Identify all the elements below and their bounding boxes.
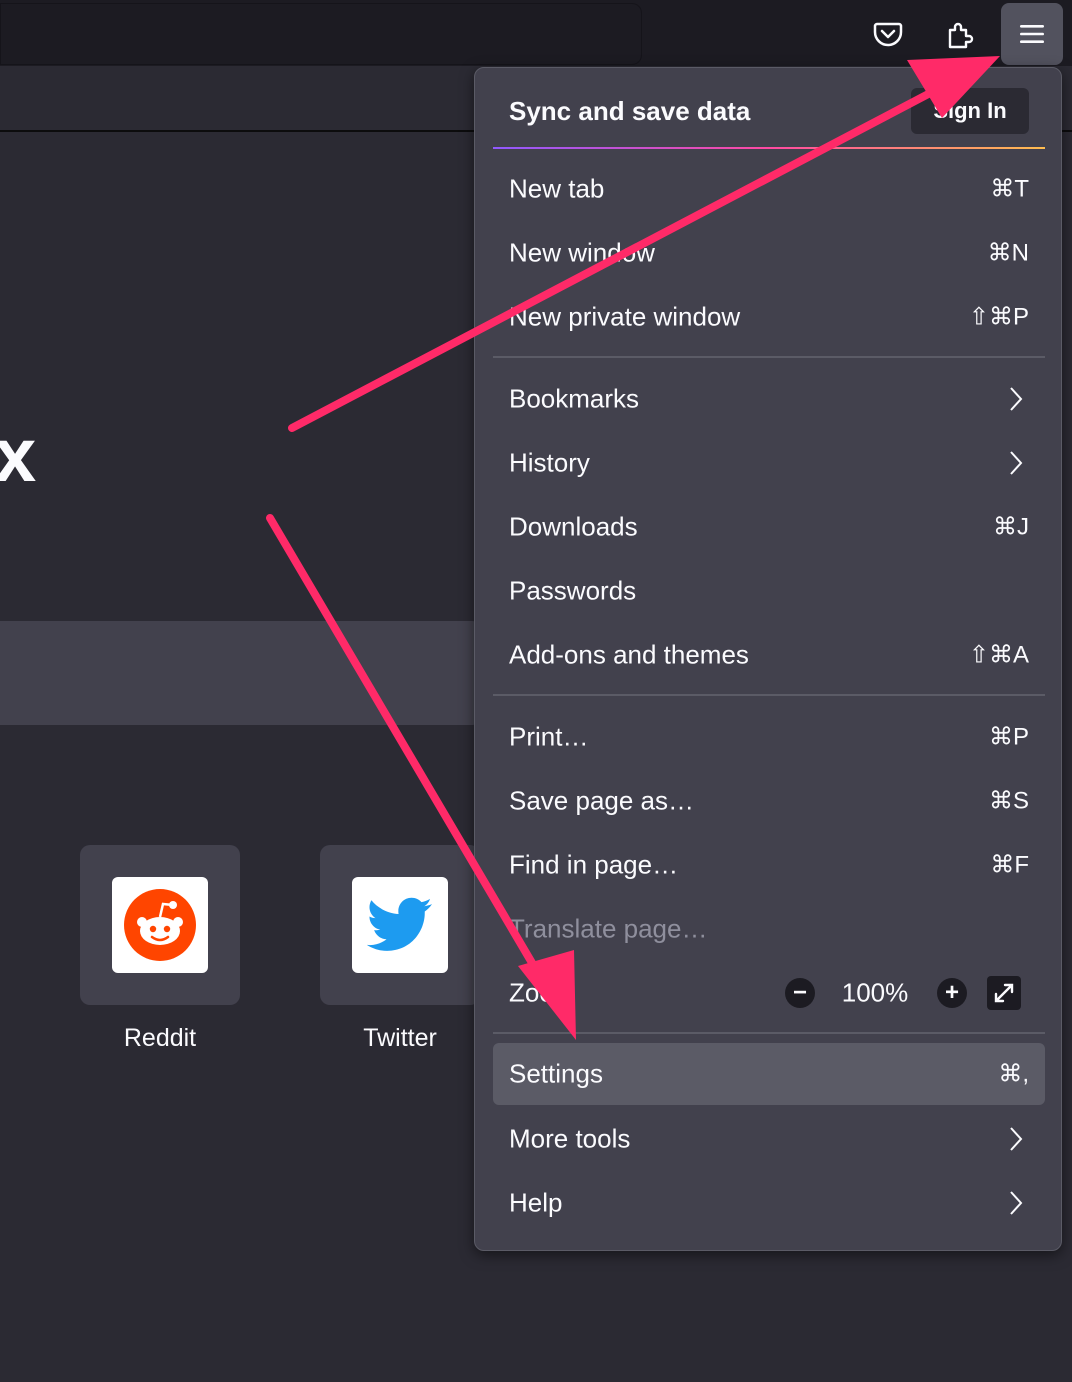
menu-item-new-tab[interactable]: New tab ⌘T — [493, 159, 1045, 219]
menu-item-zoom: Zoom − 100% + — [493, 963, 1045, 1023]
menu-item-label: Save page as… — [509, 785, 695, 816]
pocket-icon — [873, 22, 903, 47]
app-menu-panel: Sync and save data Sign In New tab ⌘T Ne… — [474, 67, 1062, 1251]
browser-toolbar — [0, 0, 1072, 66]
menu-item-history[interactable]: History — [493, 433, 1045, 493]
menu-item-shortcut: ⌘N — [987, 239, 1029, 267]
menu-item-shortcut: ⌘S — [988, 787, 1029, 815]
menu-item-label: New private window — [509, 301, 741, 332]
chevron-right-icon — [1010, 1127, 1023, 1151]
menu-item-label: More tools — [509, 1123, 631, 1154]
menu-item-shortcut: ⌘P — [988, 723, 1029, 751]
menu-item-shortcut: ⌘, — [998, 1060, 1029, 1088]
extensions-button[interactable] — [930, 6, 990, 62]
sync-header: Sync and save data Sign In — [475, 68, 1061, 148]
menu-item-translate-page: Translate page… — [493, 899, 1045, 959]
menu-item-passwords[interactable]: Passwords — [493, 561, 1045, 621]
shortcut-label: Twitter — [363, 1024, 437, 1052]
reddit-icon — [124, 889, 196, 961]
menu-item-shortcut: ⌘T — [990, 175, 1029, 203]
menu-item-bookmarks[interactable]: Bookmarks — [493, 369, 1045, 429]
chevron-right-icon — [1010, 387, 1023, 411]
menu-item-shortcut: ⌘F — [990, 851, 1029, 879]
menu-item-shortcut: ⌘J — [993, 513, 1029, 541]
twitter-icon — [367, 897, 432, 951]
hamburger-menu-icon — [1020, 25, 1044, 43]
url-bar[interactable] — [0, 3, 642, 65]
menu-item-find-in-page[interactable]: Find in page… ⌘F — [493, 835, 1045, 895]
menu-item-label: Translate page… — [509, 913, 708, 944]
sync-divider — [493, 147, 1045, 149]
zoom-value[interactable]: 100% — [823, 978, 927, 1009]
menu-item-label: Add-ons and themes — [509, 639, 749, 670]
menu-item-label: Passwords — [509, 575, 637, 606]
pocket-button[interactable] — [858, 6, 918, 62]
menu-item-label: Help — [509, 1187, 563, 1218]
menu-separator — [493, 1032, 1045, 1034]
menu-item-addons-themes[interactable]: Add-ons and themes ⇧⌘A — [493, 625, 1045, 685]
chevron-right-icon — [1010, 1191, 1023, 1215]
menu-item-new-private-window[interactable]: New private window ⇧⌘P — [493, 287, 1045, 347]
menu-item-label: Print… — [509, 721, 589, 752]
menu-item-label: New window — [509, 237, 655, 268]
menu-item-label: New tab — [509, 173, 605, 204]
menu-item-label: Find in page… — [509, 849, 679, 880]
menu-item-label: Downloads — [509, 511, 638, 542]
fullscreen-button[interactable] — [987, 976, 1021, 1010]
menu-separator — [493, 356, 1045, 358]
sign-in-button[interactable]: Sign In — [911, 88, 1029, 134]
shortcut-label: Reddit — [123, 1024, 197, 1052]
app-menu-button[interactable] — [1001, 3, 1063, 65]
menu-item-new-window[interactable]: New window ⌘N — [493, 223, 1045, 283]
menu-item-print[interactable]: Print… ⌘P — [493, 707, 1045, 767]
menu-item-settings[interactable]: Settings ⌘, — [493, 1043, 1045, 1105]
sync-title: Sync and save data — [509, 96, 751, 126]
menu-item-downloads[interactable]: Downloads ⌘J — [493, 497, 1045, 557]
fullscreen-icon — [994, 983, 1014, 1003]
menu-separator — [493, 694, 1045, 696]
menu-item-label: Settings — [509, 1058, 603, 1089]
zoom-label: Zoom — [509, 977, 576, 1008]
menu-item-save-page[interactable]: Save page as… ⌘S — [493, 771, 1045, 831]
newtab-search-box[interactable] — [0, 621, 480, 725]
menu-item-label: History — [509, 447, 590, 478]
firefox-logo-text: x — [0, 413, 37, 498]
menu-item-more-tools[interactable]: More tools — [493, 1109, 1045, 1169]
zoom-in-button[interactable]: + — [937, 978, 967, 1008]
menu-item-shortcut: ⇧⌘A — [968, 641, 1029, 669]
menu-item-help[interactable]: Help — [493, 1173, 1045, 1233]
zoom-out-button[interactable]: − — [785, 978, 815, 1008]
menu-item-shortcut: ⇧⌘P — [968, 303, 1029, 331]
shortcut-tile-reddit[interactable] — [80, 845, 240, 1005]
extensions-icon — [948, 22, 974, 49]
shortcut-tile-twitter[interactable] — [320, 845, 480, 1005]
menu-item-label: Bookmarks — [509, 383, 640, 414]
chevron-right-icon — [1010, 451, 1023, 475]
